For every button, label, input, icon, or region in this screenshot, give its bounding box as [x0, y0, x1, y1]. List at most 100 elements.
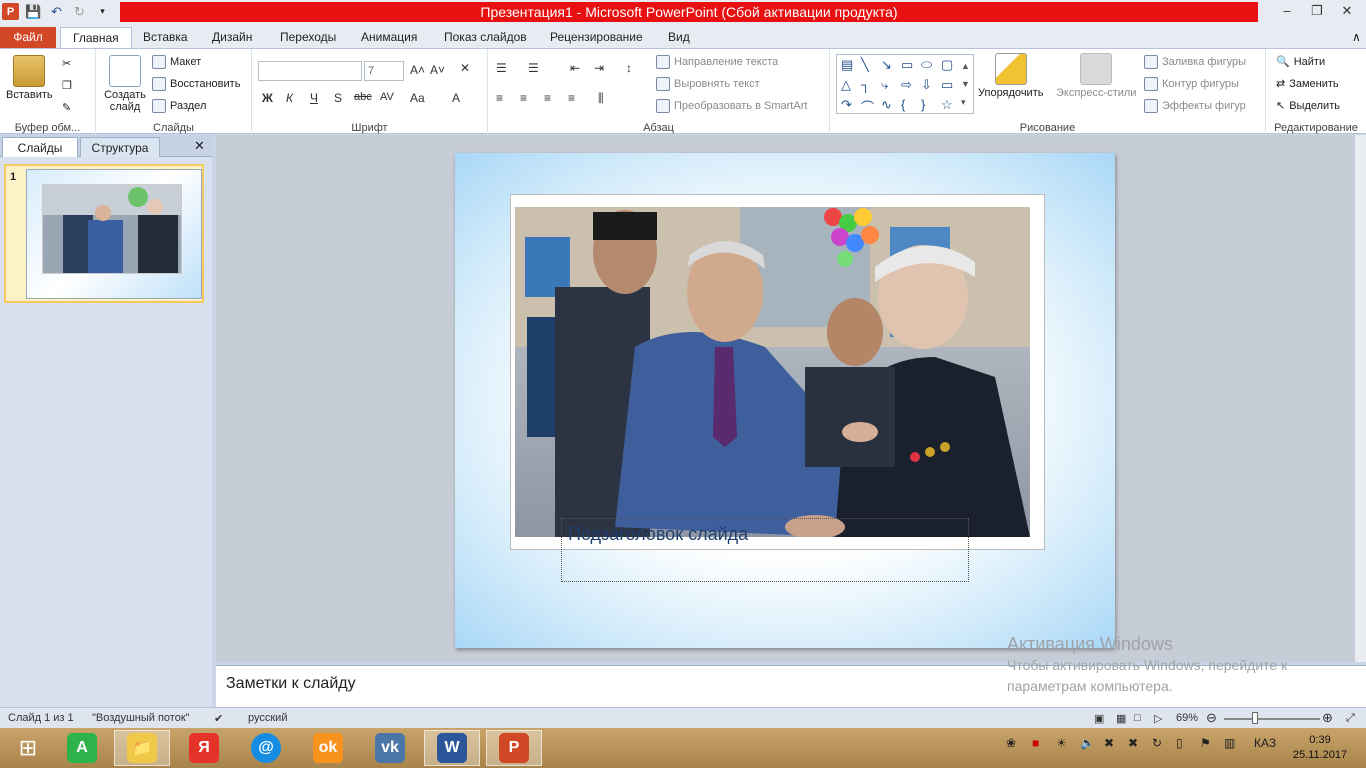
close-button[interactable]: ✕ — [1332, 0, 1362, 22]
theme-name[interactable]: "Воздушный поток" — [92, 712, 190, 724]
normal-view-icon[interactable]: ▣ — [1094, 712, 1104, 725]
text-direction-button[interactable]: Направление текста — [656, 55, 778, 69]
brace-right-icon[interactable]: } — [921, 97, 925, 112]
customize-qat-icon[interactable]: ▾ — [94, 3, 111, 20]
callout-shape-icon[interactable]: ▭ — [941, 77, 953, 93]
tray-sync-icon[interactable]: ↻ — [1152, 736, 1162, 750]
tab-review[interactable]: Рецензирование — [538, 27, 655, 48]
taskbar-mail[interactable]: @ — [238, 730, 294, 766]
elbow-arrow-icon[interactable]: ⤷ — [881, 77, 888, 93]
taskbar-yandex[interactable]: Я — [176, 730, 232, 766]
arrange-button[interactable]: Упорядочить — [978, 53, 1043, 99]
decrease-indent-icon[interactable]: ⇤ — [570, 61, 580, 75]
align-text-button[interactable]: Выровнять текст — [656, 77, 760, 91]
down-arrow-shape-icon[interactable]: ⇩ — [921, 77, 932, 93]
rectangle-shape-icon[interactable]: ▭ — [901, 57, 913, 73]
spellcheck-icon[interactable]: ✔ — [214, 712, 223, 725]
taskbar-app-launcher[interactable]: A — [54, 730, 110, 766]
help-icon[interactable]: ∧ — [1340, 27, 1366, 48]
clear-format-icon[interactable]: ✕ — [460, 61, 470, 75]
grow-font-icon[interactable]: A˄ — [410, 63, 425, 77]
select-button[interactable]: ↖ Выделить — [1276, 99, 1340, 113]
find-button[interactable]: 🔍 Найти — [1276, 55, 1325, 69]
tray-flower-icon[interactable]: ❀ — [1006, 736, 1016, 750]
line-spacing-icon[interactable]: ↕ — [626, 61, 632, 75]
zoom-slider[interactable] — [1224, 718, 1320, 720]
replace-button[interactable]: ⇄ Заменить — [1276, 77, 1339, 91]
shape-outline-button[interactable]: Контур фигуры — [1144, 77, 1239, 91]
gallery-down-icon[interactable]: ▼ — [961, 79, 970, 89]
close-pane-icon[interactable]: ✕ — [194, 138, 205, 154]
undo-icon[interactable]: ↶ — [48, 3, 65, 20]
star-shape-icon[interactable]: ☆ — [941, 97, 953, 113]
curve-arrow-icon[interactable]: ↷ — [841, 97, 852, 113]
tab-home[interactable]: Главная — [60, 27, 132, 48]
textbox-shape-icon[interactable]: ▤ — [841, 57, 853, 73]
shapes-gallery[interactable]: ▤ ╲ ↘ ▭ ⬭ ▢ △ ┐ ⤷ ⇨ ⇩ ▭ ↷ ⌒ ∿ { } ☆ ▲ ▼ … — [836, 54, 974, 116]
minimize-button[interactable]: – — [1272, 0, 1302, 22]
layout-button[interactable]: Макет — [152, 55, 201, 69]
freeform-shape-icon[interactable]: ∿ — [881, 97, 892, 113]
smartart-button[interactable]: Преобразовать в SmartArt — [656, 99, 807, 113]
font-size-combo[interactable]: 7 — [364, 61, 404, 81]
taskbar-powerpoint[interactable]: P — [486, 730, 542, 766]
shadow-button[interactable]: S — [334, 91, 342, 105]
tray-battery-icon[interactable]: ▯ — [1176, 736, 1183, 750]
cut-icon[interactable]: ✂ — [62, 57, 71, 70]
bold-button[interactable]: Ж — [262, 91, 273, 105]
tab-transitions[interactable]: Переходы — [268, 27, 348, 48]
fit-slide-icon[interactable]: ⤢ — [1346, 712, 1355, 725]
shrink-font-icon[interactable]: A˅ — [430, 63, 445, 77]
justify-icon[interactable]: ≡ — [568, 91, 575, 105]
tab-slideshow[interactable]: Показ слайдов — [432, 27, 539, 48]
paste-button[interactable]: Вставить — [6, 55, 53, 101]
shape-fill-button[interactable]: Заливка фигуры — [1144, 55, 1246, 69]
format-painter-icon[interactable]: ✎ — [62, 101, 71, 114]
rounded-rect-shape-icon[interactable]: ▢ — [941, 57, 953, 73]
tray-acrobat-icon[interactable]: ■ — [1032, 736, 1039, 750]
tab-file[interactable]: Файл — [0, 27, 56, 48]
font-name-combo[interactable] — [258, 61, 362, 81]
tray-flag-icon[interactable]: ⚑ — [1200, 736, 1211, 750]
arc-shape-icon[interactable]: ⌒ — [861, 97, 874, 116]
tab-animation[interactable]: Анимация — [349, 27, 429, 48]
align-center-icon[interactable]: ≡ — [520, 91, 527, 105]
tab-view[interactable]: Вид — [656, 27, 702, 48]
zoom-out-icon[interactable]: ⊖ — [1206, 710, 1217, 726]
copy-icon[interactable]: ❐ — [62, 79, 72, 92]
bullets-icon[interactable]: ☰ — [496, 61, 507, 75]
align-right-icon[interactable]: ≡ — [544, 91, 551, 105]
strikethrough-button[interactable]: abc — [354, 91, 372, 103]
right-arrow-shape-icon[interactable]: ⇨ — [901, 77, 912, 93]
tab-outline-pane[interactable]: Структура — [80, 137, 160, 157]
gallery-up-icon[interactable]: ▲ — [961, 61, 970, 71]
notes-placeholder[interactable]: Заметки к слайду — [226, 675, 356, 693]
tray-volume-icon[interactable]: 🔈 — [1080, 736, 1095, 750]
tray-language[interactable]: КАЗ — [1254, 736, 1276, 750]
start-button[interactable]: ⊞ — [0, 730, 56, 766]
tray-satellite-icon[interactable]: ✖ — [1104, 736, 1114, 750]
taskbar-word[interactable]: W — [424, 730, 480, 766]
reset-button[interactable]: Восстановить — [152, 77, 240, 91]
char-spacing-button[interactable]: AV — [380, 91, 394, 103]
triangle-shape-icon[interactable]: △ — [841, 77, 851, 93]
slide-photo[interactable] — [515, 207, 1030, 537]
increase-indent-icon[interactable]: ⇥ — [594, 61, 604, 75]
tray-sun-icon[interactable]: ☀ — [1056, 736, 1067, 750]
new-slide-button[interactable]: Создать слайд — [102, 55, 148, 113]
tray-display-icon[interactable]: ▥ — [1224, 736, 1235, 750]
change-case-button[interactable]: Aa — [410, 91, 425, 105]
taskbar-explorer[interactable]: 📁 — [114, 730, 170, 766]
section-button[interactable]: Раздел — [152, 99, 206, 113]
brace-left-icon[interactable]: { — [901, 97, 905, 112]
quick-styles-button[interactable]: Экспресс-стили — [1056, 53, 1136, 99]
vertical-scrollbar[interactable] — [1354, 135, 1366, 662]
numbering-icon[interactable]: ☰ — [528, 61, 539, 75]
shape-effects-button[interactable]: Эффекты фигур — [1144, 99, 1246, 113]
slideshow-icon[interactable]: ▷ — [1154, 712, 1162, 725]
taskbar-vk[interactable]: vk — [362, 730, 418, 766]
powerpoint-logo-icon[interactable]: P — [2, 3, 19, 20]
tab-slides-pane[interactable]: Слайды — [2, 137, 78, 157]
save-icon[interactable]: 💾 — [25, 3, 42, 20]
gallery-more-icon[interactable]: ▾ — [961, 97, 966, 108]
